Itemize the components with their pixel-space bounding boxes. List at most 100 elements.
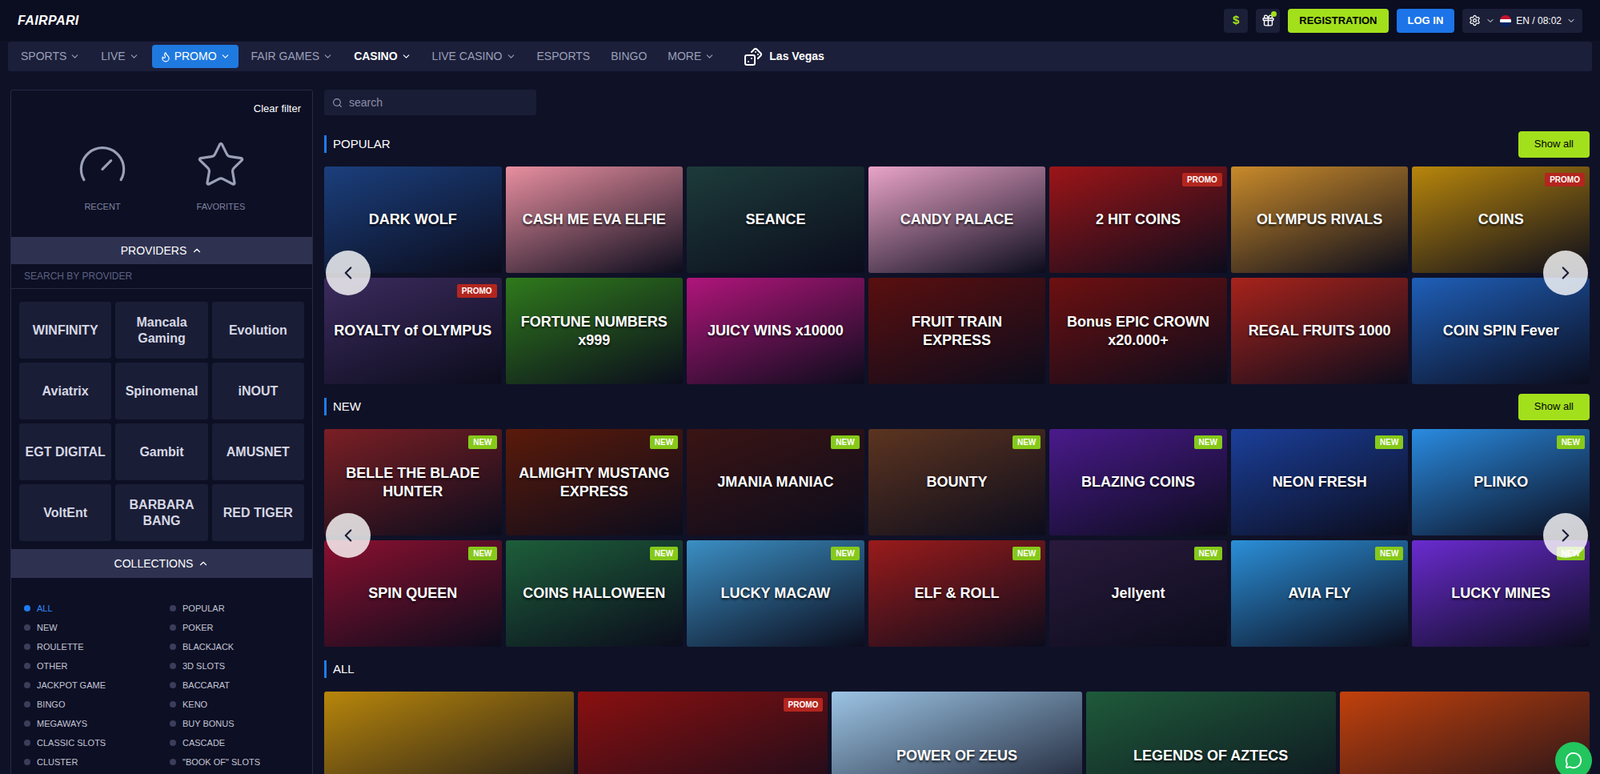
provider-card[interactable]: iNOUT — [212, 362, 305, 420]
carousel-prev[interactable] — [325, 250, 371, 296]
collection-item[interactable]: NEW — [24, 617, 154, 638]
game-tile[interactable]: SEANCE — [686, 166, 865, 273]
game-tile[interactable]: FORTUNE NUMBERS x999 — [505, 277, 684, 385]
game-badge: NEW — [649, 546, 678, 561]
game-tile[interactable]: Bonus EPIC CROWN x20.000+ — [1049, 277, 1228, 385]
game-tile[interactable]: ALMIGHTY MUSTANG EXPRESSNEW — [505, 429, 684, 536]
game-title: ELF & ROLL — [914, 584, 999, 603]
collection-item[interactable]: BLACKJACK — [169, 637, 300, 657]
collection-item[interactable]: POKER — [169, 617, 300, 638]
providers-header[interactable]: PROVIDERS — [11, 236, 313, 265]
collection-item[interactable]: CLUSTER — [24, 752, 154, 772]
shortcut[interactable]: FAVORITES — [161, 116, 281, 237]
game-tile[interactable]: JMANIA MANIACNEW — [686, 429, 865, 536]
game-tile[interactable]: COINS HALLOWEENNEW — [505, 540, 684, 647]
nav-item[interactable]: PROMO — [152, 44, 239, 69]
nav-item[interactable]: ESPORTS — [529, 44, 599, 69]
carousel-next[interactable] — [1543, 250, 1588, 296]
collections-header[interactable]: COLLECTIONS — [11, 549, 313, 578]
chat-button[interactable] — [1555, 741, 1592, 774]
provider-card[interactable]: Spinomenal — [115, 362, 208, 420]
game-tile[interactable]: PROMO — [577, 691, 828, 774]
game-tile[interactable]: JellyentNEW — [1049, 540, 1228, 647]
logo[interactable]: FAIRPARI — [17, 11, 80, 31]
game-tile[interactable]: AVIA FLYNEW — [1231, 540, 1409, 647]
game-tile[interactable]: FRUIT TRAIN EXPRESS — [868, 277, 1047, 385]
las-vegas-link[interactable]: Las Vegas — [743, 47, 825, 67]
collection-item[interactable]: JACKPOT GAME — [24, 675, 154, 695]
game-tile[interactable]: JUICY WINS x10000 — [686, 277, 865, 385]
game-tile[interactable]: LEGENDS OF AZTECS — [1086, 691, 1336, 774]
login-button[interactable]: LOG IN — [1396, 8, 1456, 33]
provider-card[interactable]: BARBARA BANG — [115, 484, 208, 542]
game-tile[interactable]: CANDY PALACE — [868, 166, 1047, 273]
nav-item[interactable]: FAIR GAMES — [243, 44, 342, 69]
game-tile[interactable]: BLAZING COINSNEW — [1049, 429, 1228, 536]
nav-item[interactable]: SPORTS — [12, 44, 89, 69]
provider-card[interactable]: RED TIGER — [212, 484, 305, 542]
game-tile[interactable]: 2 HIT COINSPROMO — [1049, 166, 1228, 273]
provider-card[interactable]: Aviatrix — [19, 362, 112, 420]
show-all-button[interactable]: Show all — [1518, 393, 1590, 421]
provider-card[interactable]: Evolution — [212, 301, 305, 359]
collection-item[interactable]: ROULETTE — [24, 637, 154, 657]
currency-button[interactable]: $ — [1223, 8, 1248, 33]
game-tile[interactable]: LUCKY MACAWNEW — [686, 540, 865, 647]
nav-item[interactable]: LIVE — [92, 44, 147, 69]
provider-search[interactable]: SEARCH BY PROVIDER — [11, 264, 313, 289]
provider-card[interactable]: WINFINITY — [19, 301, 112, 359]
provider-card[interactable]: EGT DIGITAL — [19, 423, 112, 481]
carousel-prev[interactable] — [325, 513, 371, 558]
gift-button[interactable] — [1255, 8, 1280, 33]
collection-item[interactable]: BACCARAT — [169, 675, 300, 695]
radio-dot — [169, 643, 177, 650]
nav-item[interactable]: LIVE CASINO — [424, 44, 525, 69]
clear-filter[interactable]: Clear filter — [253, 100, 301, 117]
chevron-icon — [220, 51, 231, 62]
registration-button[interactable]: REGISTRATION — [1287, 8, 1388, 33]
provider-card[interactable]: Gambit — [115, 423, 208, 481]
shortcut[interactable]: RECENT — [43, 116, 162, 237]
game-title: LEGENDS OF AZTECS — [1133, 746, 1288, 766]
game-tile[interactable]: NEON FRESHNEW — [1231, 429, 1409, 536]
search-icon — [332, 97, 343, 109]
game-tile[interactable] — [324, 691, 574, 774]
collection-item[interactable]: CASCADE — [169, 733, 300, 753]
radio-dot — [24, 624, 31, 631]
game-tile[interactable] — [1339, 691, 1590, 774]
carousel-next[interactable] — [1543, 513, 1588, 558]
search-field[interactable]: search — [324, 89, 537, 116]
collection-item[interactable]: POPULAR — [169, 598, 300, 618]
sidebar: Clear filter RECENTFAVORITESPROVIDERSSEAR… — [10, 89, 313, 774]
provider-card[interactable]: VoltEnt — [19, 484, 112, 542]
game-section: NEWShow allBELLE THE BLADE HUNTERNEWALMI… — [324, 392, 1590, 647]
provider-card[interactable]: AMUSNET — [212, 423, 305, 481]
show-all-button[interactable]: Show all — [1518, 131, 1590, 158]
game-title: COINS — [1478, 210, 1524, 229]
game-tile[interactable]: ELF & ROLL NEW — [868, 540, 1047, 647]
game-tile[interactable]: REGAL FRUITS 1000 — [1231, 277, 1409, 385]
collection-item[interactable]: "BOOK OF" SLOTS — [169, 752, 300, 772]
game-tile[interactable]: POWER OF ZEUS — [831, 691, 1082, 774]
game-badge: NEW — [1012, 546, 1041, 561]
game-tile[interactable]: CASH ME EVA ELFIE — [505, 166, 684, 273]
radio-dot — [24, 643, 31, 650]
collection-item[interactable]: 3D SLOTS — [169, 656, 300, 676]
collection-item[interactable]: CLASSIC SLOTS — [24, 733, 154, 753]
nav-item[interactable]: CASINO — [345, 44, 419, 69]
game-badge: NEW — [468, 435, 497, 450]
nav-item[interactable]: BINGO — [602, 44, 655, 69]
arrow-left-icon — [337, 262, 359, 284]
collection-item[interactable]: BUY BONUS — [169, 713, 300, 734]
game-tile[interactable]: OLYMPUS RIVALS — [1231, 166, 1409, 273]
collection-item[interactable]: BINGO — [24, 694, 154, 714]
collection-item[interactable]: MEGAWAYS — [24, 713, 154, 734]
provider-card[interactable]: Mancala Gaming — [115, 301, 208, 359]
collection-item[interactable]: KENO — [169, 694, 300, 714]
collection-item[interactable]: OTHER — [24, 656, 154, 676]
game-tile[interactable]: BOUNTYNEW — [868, 429, 1047, 536]
collection-item[interactable]: ALL — [24, 598, 154, 618]
settings-language[interactable]: EN / 08:02 — [1462, 8, 1583, 33]
nav-item[interactable]: MORE — [659, 44, 723, 69]
top-bar: FAIRPARI $ REGISTRATION LOG INEN / 08:02 — [0, 0, 1600, 41]
